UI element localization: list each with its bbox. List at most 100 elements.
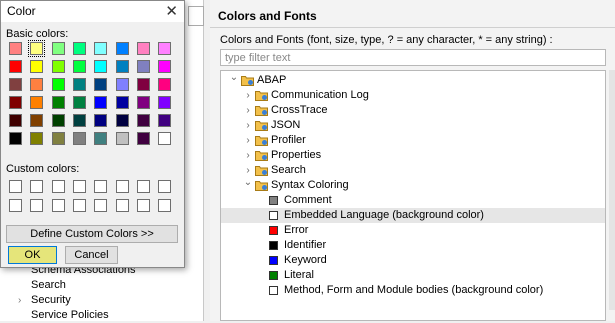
basic-color-swatch[interactable] [115, 114, 129, 127]
basic-color-swatch[interactable] [51, 132, 65, 145]
cancel-button[interactable]: Cancel [65, 246, 118, 264]
tree-item[interactable]: › Properties [221, 148, 605, 163]
basic-color-swatch[interactable] [9, 78, 22, 91]
define-custom-colors-button[interactable]: Define Custom Colors >> [6, 225, 178, 243]
basic-color-swatch[interactable] [158, 132, 172, 145]
tree-item[interactable]: ⌄ Syntax Coloring [221, 175, 605, 193]
basic-color-swatch[interactable] [136, 132, 150, 145]
chevron-right-icon[interactable]: › [243, 148, 253, 163]
tree-item-label: Keyword [284, 254, 327, 266]
basic-color-swatch[interactable] [9, 60, 22, 73]
chevron-right-icon[interactable]: › [243, 103, 253, 118]
tree-item[interactable]: Embedded Language (background color) [221, 208, 605, 223]
basic-color-swatch[interactable] [94, 78, 108, 91]
tree-item[interactable]: › JSON [221, 118, 605, 133]
basic-color-swatch[interactable] [72, 42, 86, 55]
tree-item[interactable]: Error [221, 223, 605, 238]
basic-color-swatch[interactable] [94, 96, 108, 109]
basic-color-swatch[interactable] [158, 78, 172, 91]
basic-color-swatch[interactable] [136, 78, 150, 91]
basic-color-swatch[interactable] [28, 40, 46, 57]
chevron-down-icon[interactable]: ⌄ [243, 175, 253, 190]
tree-item[interactable]: › CrossTrace [221, 103, 605, 118]
tree-item-label: Communication Log [271, 89, 369, 101]
basic-color-swatch[interactable] [115, 42, 129, 55]
nav-tree-item[interactable]: Search [0, 278, 200, 293]
custom-color-swatch[interactable] [30, 199, 44, 212]
basic-color-swatch[interactable] [136, 42, 150, 55]
basic-color-swatch[interactable] [9, 132, 22, 145]
custom-color-swatch[interactable] [115, 180, 129, 193]
tree-item[interactable]: Comment [221, 193, 605, 208]
basic-color-swatch[interactable] [72, 114, 86, 127]
colors-fonts-tree[interactable]: ⌄ ABAP › Communication Log › CrossTrace › JSON ›… [220, 70, 606, 321]
basic-color-swatch[interactable] [72, 132, 86, 145]
custom-color-swatch[interactable] [115, 199, 129, 212]
basic-color-swatch[interactable] [115, 78, 129, 91]
basic-color-swatch[interactable] [115, 96, 129, 109]
custom-color-swatch[interactable] [158, 180, 172, 193]
chevron-right-icon[interactable]: › [243, 88, 253, 103]
nav-filter-input[interactable] [188, 6, 204, 26]
basic-color-swatch[interactable] [115, 132, 129, 145]
custom-color-swatch[interactable] [9, 199, 22, 212]
basic-color-swatch[interactable] [30, 60, 44, 73]
basic-color-swatch[interactable] [51, 78, 65, 91]
custom-color-swatch[interactable] [51, 180, 65, 193]
custom-color-swatch[interactable] [158, 199, 172, 212]
tree-item[interactable]: Method, Form and Module bodies (backgrou… [221, 283, 605, 298]
tree-item[interactable]: › Search [221, 163, 605, 178]
basic-color-swatch[interactable] [158, 42, 172, 55]
basic-color-swatch[interactable] [51, 114, 65, 127]
basic-color-swatch[interactable] [94, 132, 108, 145]
custom-color-swatch[interactable] [30, 180, 44, 193]
basic-color-swatch[interactable] [94, 60, 108, 73]
custom-color-swatch[interactable] [72, 199, 86, 212]
basic-color-swatch[interactable] [158, 60, 172, 73]
basic-color-swatch[interactable] [30, 78, 44, 91]
custom-color-swatch[interactable] [72, 180, 86, 193]
basic-color-swatch[interactable] [9, 42, 22, 55]
dialog-titlebar: Color ✕ [1, 1, 184, 22]
basic-color-swatch[interactable] [136, 60, 150, 73]
basic-color-swatch[interactable] [30, 96, 44, 109]
basic-color-swatch[interactable] [51, 60, 65, 73]
basic-color-swatch[interactable] [158, 96, 172, 109]
filter-input[interactable]: type filter text [220, 49, 606, 66]
basic-color-swatch[interactable] [30, 114, 44, 127]
basic-color-swatch[interactable] [136, 114, 150, 127]
close-icon[interactable]: ✕ [165, 2, 178, 20]
tree-item[interactable]: Literal [221, 268, 605, 283]
basic-color-swatch[interactable] [94, 114, 108, 127]
tree-item-label: Error [284, 224, 309, 236]
basic-color-swatch[interactable] [72, 96, 86, 109]
chevron-right-icon[interactable]: › [243, 118, 253, 133]
tree-item[interactable]: Identifier [221, 238, 605, 253]
tree-item[interactable]: › Communication Log [221, 88, 605, 103]
chevron-down-icon[interactable]: ⌄ [229, 71, 239, 85]
tree-item[interactable]: ⌄ ABAP [221, 71, 605, 88]
custom-color-swatch[interactable] [136, 199, 150, 212]
basic-color-swatch[interactable] [9, 114, 22, 127]
chevron-right-icon[interactable]: › [18, 293, 28, 308]
custom-color-swatch[interactable] [51, 199, 65, 212]
custom-color-swatch[interactable] [94, 180, 108, 193]
ok-button[interactable]: OK [8, 246, 57, 264]
basic-color-swatch[interactable] [9, 96, 22, 109]
basic-color-swatch[interactable] [30, 132, 44, 145]
basic-color-swatch[interactable] [158, 114, 172, 127]
basic-color-swatch[interactable] [72, 78, 86, 91]
nav-tree-item[interactable]: › Security [0, 293, 200, 308]
custom-color-swatch[interactable] [136, 180, 150, 193]
basic-color-swatch[interactable] [51, 42, 65, 55]
tree-item[interactable]: Keyword [221, 253, 605, 268]
basic-color-swatch[interactable] [51, 96, 65, 109]
basic-color-swatch[interactable] [115, 60, 129, 73]
tree-item[interactable]: › Profiler [221, 133, 605, 148]
chevron-right-icon[interactable]: › [243, 133, 253, 148]
basic-color-swatch[interactable] [72, 60, 86, 73]
custom-color-swatch[interactable] [94, 199, 108, 212]
basic-color-swatch[interactable] [136, 96, 150, 109]
custom-color-swatch[interactable] [9, 180, 22, 193]
basic-color-swatch[interactable] [94, 42, 108, 55]
